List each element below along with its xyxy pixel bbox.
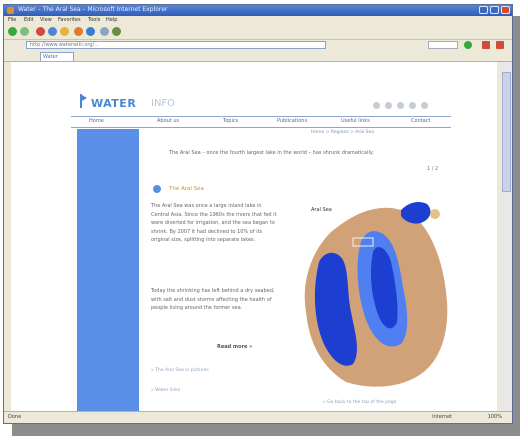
- menu-help[interactable]: Help: [106, 17, 117, 23]
- minimize-button[interactable]: [479, 6, 488, 14]
- font-size-icon[interactable]: [397, 102, 404, 109]
- scrollbar-thumb[interactable]: [502, 72, 511, 192]
- window-title: Water – The Aral Sea – Microsoft Interne…: [18, 6, 168, 13]
- menu-tools[interactable]: Tools: [88, 17, 100, 23]
- site-logo-icon: [80, 94, 87, 108]
- maximize-button[interactable]: [490, 6, 499, 14]
- map-label: Aral Sea: [311, 207, 332, 213]
- home-icon[interactable]: [60, 27, 69, 36]
- status-zone: Internet: [432, 414, 452, 420]
- ie-icon: [7, 7, 14, 14]
- sidebar: [77, 129, 139, 414]
- nav-home[interactable]: Home: [89, 118, 104, 124]
- nav-publications[interactable]: Publications: [277, 118, 307, 124]
- water-links-link[interactable]: » Water links: [151, 388, 180, 393]
- favorites-icon[interactable]: [74, 27, 83, 36]
- nav-topics[interactable]: Topics: [223, 118, 238, 124]
- paragraph-2: Today the shrinking has left behind a dr…: [151, 288, 275, 311]
- nav-contact[interactable]: Contact: [411, 118, 430, 124]
- history-icon[interactable]: [86, 27, 95, 36]
- help-icon[interactable]: [409, 102, 416, 109]
- stop-icon[interactable]: [36, 27, 45, 36]
- paragraph-1: The Aral Sea was once a large inland lak…: [151, 203, 277, 243]
- tools-icon[interactable]: [482, 41, 490, 49]
- site-logo-subtext: INFO: [151, 98, 176, 109]
- status-bar: Done Internet 100%: [4, 411, 512, 423]
- address-input[interactable]: http://www.waterwiki.org/...: [26, 41, 326, 49]
- menu-edit[interactable]: Edit: [24, 17, 34, 23]
- refresh-icon[interactable]: [48, 27, 57, 36]
- sitemap-icon[interactable]: [421, 102, 428, 109]
- back-icon[interactable]: [8, 27, 17, 36]
- status-zoom[interactable]: 100%: [488, 414, 502, 420]
- browser-window: Water – The Aral Sea – Microsoft Interne…: [3, 4, 513, 424]
- close-button[interactable]: [501, 6, 510, 14]
- nav-about[interactable]: About us: [157, 118, 179, 124]
- aral-sea-map: [304, 202, 448, 387]
- intro-text: The Aral Sea – once the fourth largest l…: [169, 150, 374, 156]
- site-logo-text[interactable]: WATER: [91, 97, 136, 110]
- page-icon[interactable]: [496, 41, 504, 49]
- mail-icon[interactable]: [100, 27, 109, 36]
- email-page-icon[interactable]: [385, 102, 392, 109]
- title-bar[interactable]: Water – The Aral Sea – Microsoft Interne…: [4, 5, 512, 16]
- menu-file[interactable]: File: [8, 17, 16, 23]
- status-text: Done: [8, 414, 22, 420]
- pictures-link[interactable]: » The Aral Sea in pictures: [151, 368, 209, 373]
- breadcrumb[interactable]: Home > Regions > Aral Sea: [311, 130, 374, 135]
- browser-tab[interactable]: Water: [40, 52, 74, 61]
- section-title: The Aral Sea: [169, 186, 204, 192]
- go-icon[interactable]: [464, 41, 472, 49]
- tabs-bar: Water: [4, 51, 512, 62]
- print-icon[interactable]: [112, 27, 121, 36]
- forward-icon[interactable]: [20, 27, 29, 36]
- nav-links[interactable]: Useful links: [341, 118, 370, 124]
- section-bullet-icon: [153, 185, 161, 193]
- menu-favorites[interactable]: Favorites: [58, 17, 81, 23]
- site-nav: Home About us Topics Publications Useful…: [71, 116, 451, 128]
- vertical-scrollbar[interactable]: [501, 62, 512, 414]
- back-to-top-link[interactable]: » Go back to the top of the page: [323, 400, 396, 405]
- address-bar: http://www.waterwiki.org/...: [4, 40, 512, 50]
- menu-view[interactable]: View: [40, 17, 52, 23]
- toolbar: [4, 25, 512, 40]
- read-more-link[interactable]: Read more »: [217, 344, 252, 350]
- page-content: WATER INFO Home About us Topics Publicat…: [11, 62, 497, 414]
- print-page-icon[interactable]: [373, 102, 380, 109]
- page-number: 1 / 2: [427, 166, 439, 172]
- search-input[interactable]: [428, 41, 458, 49]
- menu-bar: File Edit View Favorites Tools Help: [4, 16, 512, 25]
